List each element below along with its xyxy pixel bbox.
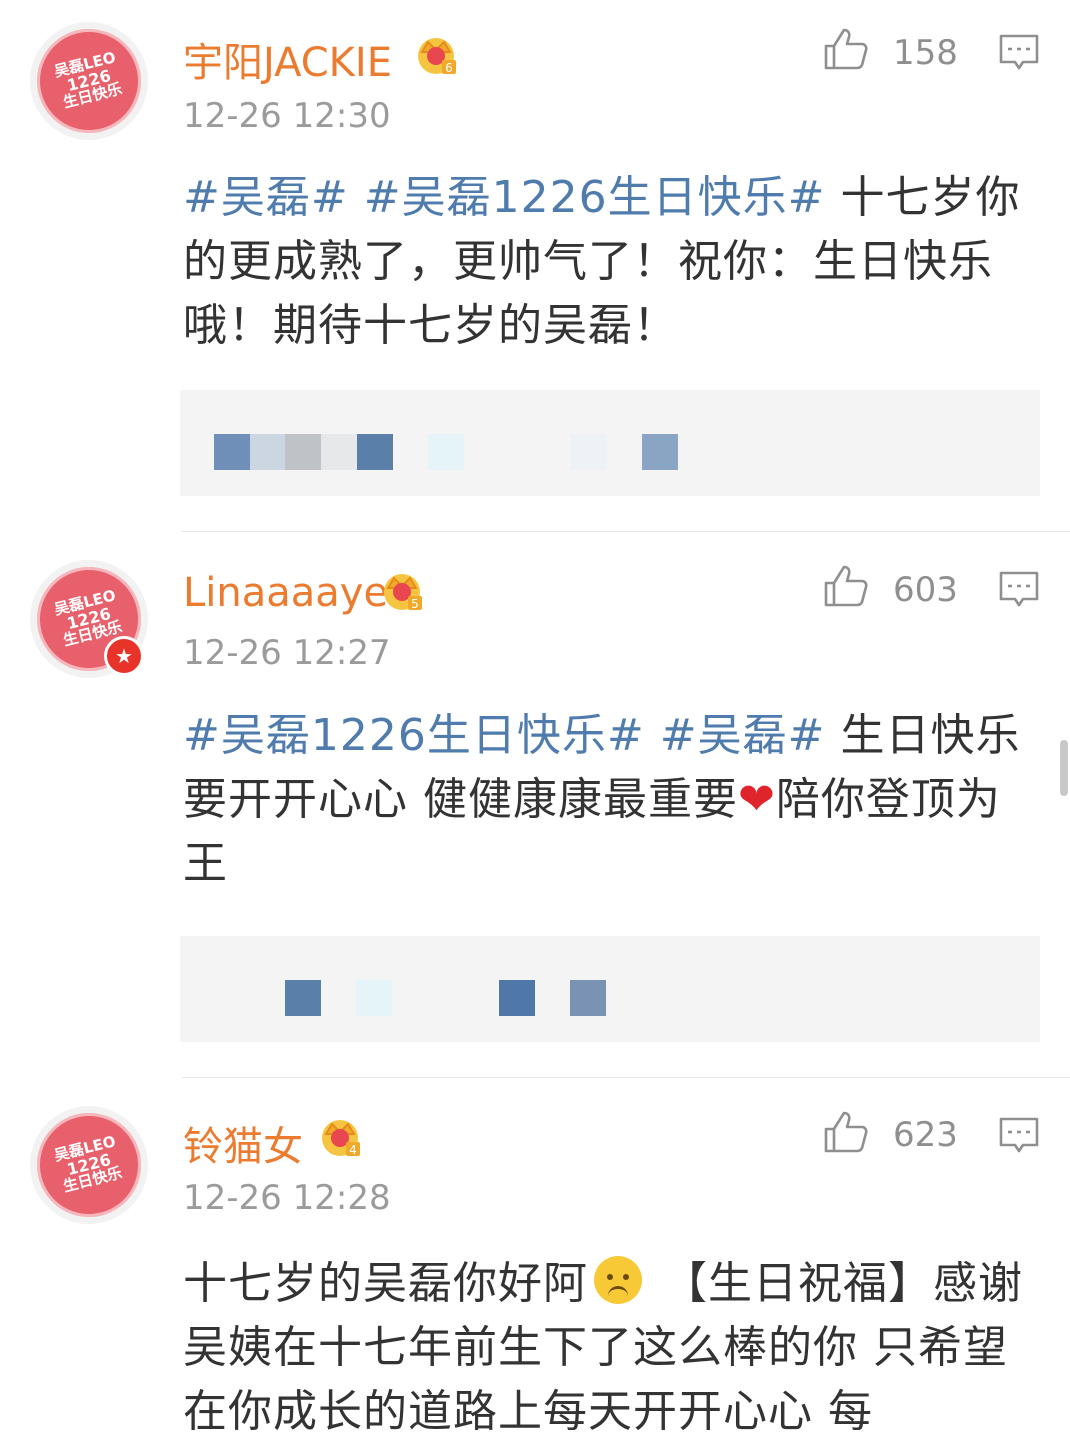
timestamp: 12-26 12:27 xyxy=(183,633,391,673)
avatar-image: 吴磊LEO 1226 生日快乐 xyxy=(25,1101,153,1229)
comment-body: 十七岁的吴磊你好阿 xyxy=(183,1258,588,1309)
image-thumbnail[interactable] xyxy=(571,434,607,470)
image-thumbnail[interactable] xyxy=(250,434,286,470)
like-count: 603 xyxy=(893,570,958,610)
like-icon[interactable] xyxy=(822,1109,868,1155)
upside-down-face-emoji-icon xyxy=(594,1256,642,1304)
like-count: 623 xyxy=(893,1115,958,1155)
like-count: 158 xyxy=(893,33,958,73)
reply-icon[interactable] xyxy=(998,569,1040,611)
timestamp: 12-26 12:28 xyxy=(183,1178,391,1218)
image-thumbnail[interactable] xyxy=(285,980,321,1016)
username[interactable]: 铃猫女 xyxy=(183,1114,303,1172)
image-gallery[interactable] xyxy=(180,936,1040,1042)
image-thumbnail[interactable] xyxy=(214,434,250,470)
like-icon[interactable] xyxy=(822,563,868,609)
image-thumbnail[interactable] xyxy=(642,434,678,470)
heart-emoji-icon: ❤ xyxy=(738,774,776,825)
crown-level-icon: 4 xyxy=(322,1120,360,1157)
image-thumbnail[interactable] xyxy=(428,434,464,470)
scrollbar[interactable] xyxy=(1060,740,1068,796)
svg-text:6: 6 xyxy=(445,61,453,75)
verified-star-icon: ★ xyxy=(104,636,144,676)
comment-text: 十七岁的吴磊你好阿 【生日祝福】感谢吴姨在十七年前生下了这么棒的你 只希望在你成… xyxy=(183,1252,1043,1444)
reply-icon[interactable] xyxy=(998,1115,1040,1157)
avatar[interactable]: 吴磊LEO 1226 生日快乐 xyxy=(25,1101,153,1229)
comment-text: #吴磊# #吴磊1226生日快乐# 十七岁你的更成熟了，更帅气了！祝你：生日快乐… xyxy=(183,166,1043,358)
comment-item: 吴磊LEO 1226 生日快乐 宇阳JACKIE 6 12-26 12:30 1… xyxy=(0,0,1070,532)
crown-level-icon: 6 xyxy=(418,38,456,75)
image-thumbnail[interactable] xyxy=(499,980,535,1016)
svg-text:5: 5 xyxy=(411,597,419,611)
crown-level-icon: 5 xyxy=(384,574,422,611)
hashtag-link[interactable]: #吴磊# xyxy=(183,172,349,223)
timestamp: 12-26 12:30 xyxy=(183,96,391,136)
image-thumbnail[interactable] xyxy=(356,980,392,1016)
hashtag-link[interactable]: #吴磊1226生日快乐# xyxy=(364,172,826,223)
comment-text: #吴磊1226生日快乐# #吴磊# 生日快乐要开开心心 健健康康最重要❤陪你登顶… xyxy=(183,704,1043,896)
username[interactable]: 宇阳JACKIE xyxy=(183,30,392,88)
hashtag-link[interactable]: #吴磊1226生日快乐# xyxy=(183,710,645,761)
image-thumbnail[interactable] xyxy=(357,434,393,470)
avatar-image: 吴磊LEO 1226 生日快乐 xyxy=(25,17,153,145)
image-thumbnail[interactable] xyxy=(570,980,606,1016)
username[interactable]: Linaaaaye xyxy=(183,570,388,616)
svg-text:4: 4 xyxy=(349,1143,357,1157)
image-thumbnail[interactable] xyxy=(285,434,321,470)
hashtag-link[interactable]: #吴磊# xyxy=(660,710,826,761)
avatar[interactable]: 吴磊LEO 1226 生日快乐 xyxy=(25,17,153,145)
comment-item: 吴磊LEO 1226 生日快乐 ★ Linaaaaye 5 12-26 12:2… xyxy=(0,532,1070,1078)
reply-icon[interactable] xyxy=(998,32,1040,74)
image-gallery[interactable] xyxy=(180,390,1040,496)
image-thumbnail[interactable] xyxy=(321,434,357,470)
comment-item: 吴磊LEO 1226 生日快乐 铃猫女 4 12-26 12:28 623 十七… xyxy=(0,1078,1070,1437)
like-icon[interactable] xyxy=(822,26,868,72)
